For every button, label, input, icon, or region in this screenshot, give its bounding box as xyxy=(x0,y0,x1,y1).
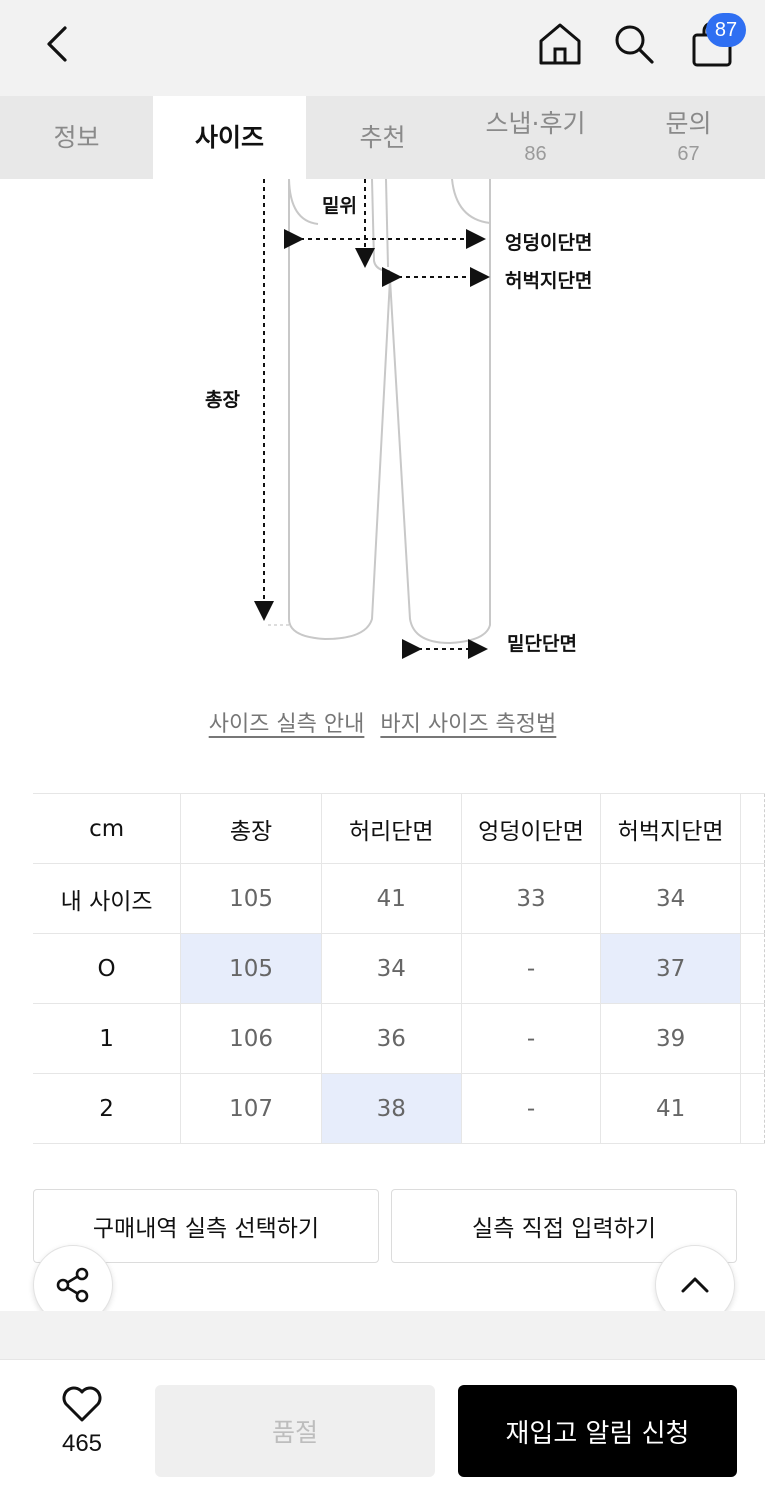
table-cell: 41 xyxy=(320,863,462,934)
table-row: 2 107 38 - 41 xyxy=(33,1073,765,1144)
size-guide-link[interactable]: 사이즈 실측 안내 xyxy=(209,706,365,738)
table-cell: 34 xyxy=(600,863,742,934)
bottom-purchase-bar: 465 품절 재입고 알림 신청 xyxy=(0,1359,765,1500)
table-cell: 37 xyxy=(600,933,742,1004)
tab-info[interactable]: 정보 xyxy=(0,96,153,179)
size-guide-links: 사이즈 실측 안내 바지 사이즈 측정법 xyxy=(0,706,765,738)
like-count: 465 xyxy=(61,1430,103,1457)
table-cell: 38 xyxy=(320,1073,462,1144)
column-header: cm xyxy=(33,793,182,864)
heart-icon xyxy=(62,1386,102,1422)
column-header: 엉덩이단면 xyxy=(460,793,602,864)
thigh-label: 허벅지단면 xyxy=(505,270,593,292)
table-cell: 105 xyxy=(180,933,322,1004)
row-label: 2 xyxy=(33,1073,182,1144)
hip-label: 엉덩이단면 xyxy=(505,232,593,254)
table-row: 내 사이즈 105 41 33 34 xyxy=(33,863,765,934)
table-cell: 41 xyxy=(600,1073,742,1144)
tab-label: 사이즈 xyxy=(194,122,264,152)
table-cell-overflow xyxy=(740,1073,765,1144)
cart-count-badge: 87 xyxy=(706,13,746,47)
table-header-row: cm 총장 허리단면 엉덩이단면 허벅지단면 xyxy=(33,793,765,864)
search-icon xyxy=(615,25,654,64)
pants-measure-link[interactable]: 바지 사이즈 측정법 xyxy=(380,706,556,738)
row-label: O xyxy=(33,933,182,1004)
table-cell: 36 xyxy=(320,1003,462,1074)
table-cell: 107 xyxy=(180,1073,322,1144)
rise-label: 밑위 xyxy=(322,195,357,217)
table-cell: 39 xyxy=(600,1003,742,1074)
pants-measurement-diagram: 밑위 엉덩이단면 허벅지단면 총장 밑단단면 xyxy=(0,179,765,679)
table-row: 1 106 36 - 39 xyxy=(33,1003,765,1074)
column-header: 허리단면 xyxy=(320,793,462,864)
tab-label: 추천 xyxy=(359,122,406,152)
table-cell: 106 xyxy=(180,1003,322,1074)
pants-outline xyxy=(254,179,491,659)
tab-label: 스냅·후기 xyxy=(485,109,586,138)
tab-label: 문의 xyxy=(665,109,712,138)
table-row: O 105 34 - 37 xyxy=(33,933,765,1004)
size-table: cm 총장 허리단면 엉덩이단면 허벅지단면 내 사이즈 105 41 33 3… xyxy=(33,793,765,1144)
tab-label: 정보 xyxy=(53,122,100,152)
home-button[interactable] xyxy=(530,16,590,72)
table-cell: - xyxy=(460,933,602,1004)
home-icon xyxy=(539,23,581,65)
table-cell: - xyxy=(460,1073,602,1144)
tab-inquiry[interactable]: 문의 67 xyxy=(612,96,765,179)
row-label: 1 xyxy=(33,1003,182,1074)
table-cell-overflow xyxy=(740,1003,765,1074)
restock-alert-button[interactable]: 재입고 알림 신청 xyxy=(458,1385,737,1477)
column-header: 허벅지단면 xyxy=(600,793,742,864)
column-header-overflow xyxy=(740,793,765,864)
table-cell-overflow xyxy=(740,863,765,934)
tab-snap-review[interactable]: 스냅·후기 86 xyxy=(459,96,612,179)
chevron-up-icon xyxy=(681,1277,709,1293)
tab-count: 86 xyxy=(524,143,547,165)
column-header: 총장 xyxy=(180,793,322,864)
back-button[interactable] xyxy=(28,18,88,70)
product-tabs: 정보 사이즈 추천 스냅·후기 86 문의 67 xyxy=(0,96,765,179)
tab-recommend[interactable]: 추천 xyxy=(306,96,459,179)
table-cell-overflow xyxy=(740,933,765,1004)
table-cell: 105 xyxy=(180,863,322,934)
search-button[interactable] xyxy=(606,16,662,72)
like-button[interactable]: 465 xyxy=(40,1384,124,1458)
soldout-button: 품절 xyxy=(155,1385,435,1477)
tab-size[interactable]: 사이즈 xyxy=(153,96,306,179)
row-label: 내 사이즈 xyxy=(33,863,182,934)
top-app-bar: 87 xyxy=(0,0,765,96)
section-divider xyxy=(0,1311,765,1359)
hem-label: 밑단단면 xyxy=(507,633,577,655)
length-label: 총장 xyxy=(205,389,240,411)
tab-count: 67 xyxy=(677,143,700,165)
table-cell: - xyxy=(460,1003,602,1074)
table-cell: 34 xyxy=(320,933,462,1004)
back-arrow-icon xyxy=(47,26,67,62)
table-cell: 33 xyxy=(460,863,602,934)
share-icon xyxy=(56,1267,89,1303)
